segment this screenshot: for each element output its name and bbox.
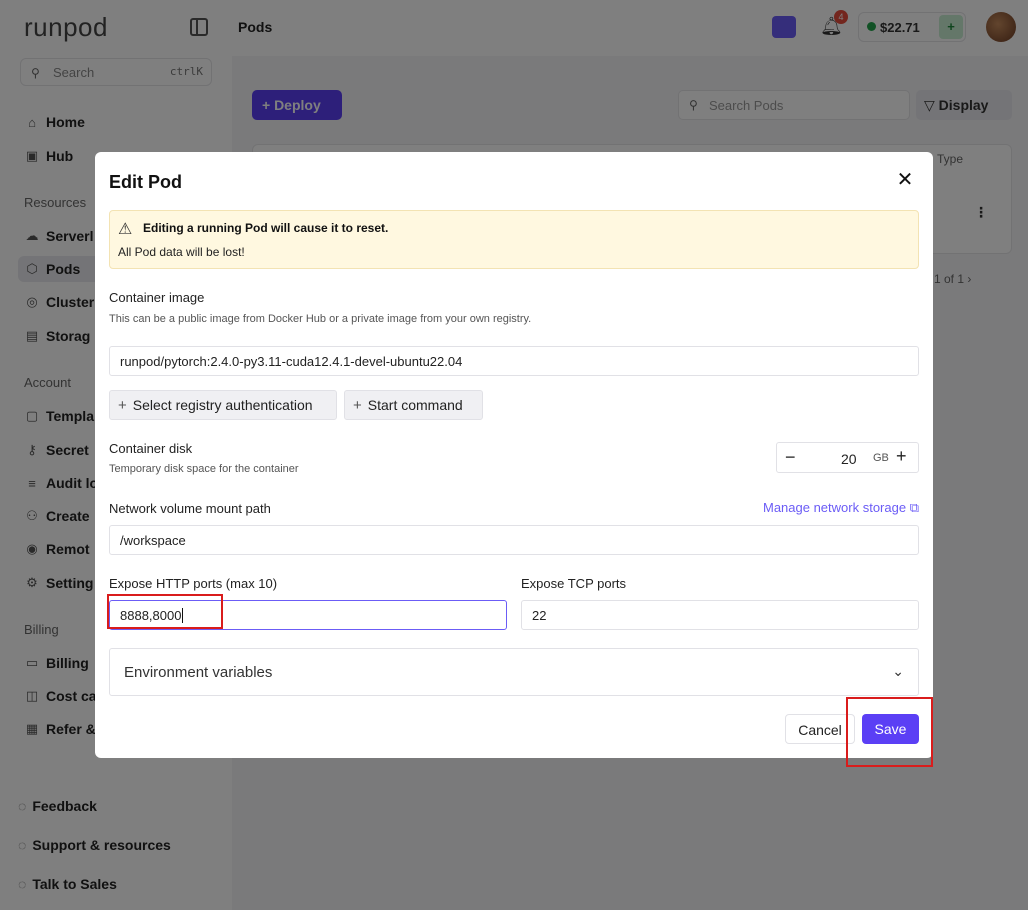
plus-icon: + [118,397,127,414]
warning-alert: ⚠ Editing a running Pod will cause it to… [109,210,919,269]
edit-pod-dialog: Edit Pod ✕ ⚠ Editing a running Pod will … [95,152,933,758]
network-volume-label: Network volume mount path [109,501,271,516]
close-icon[interactable]: ✕ [895,170,915,190]
container-disk-unit: GB [873,452,889,464]
warning-body: All Pod data will be lost! [118,245,245,259]
manage-network-storage-link[interactable]: Manage network storage ⧉ [763,500,919,516]
plus-icon[interactable]: + [896,446,907,467]
highlight-box-http-ports [107,594,223,629]
environment-variables-label: Environment variables [124,664,273,681]
cancel-button[interactable]: Cancel [785,714,855,744]
registry-auth-button[interactable]: + Select registry authentication [109,390,337,420]
container-image-input[interactable]: runpod/pytorch:2.4.0-py3.11-cuda12.4.1-d… [109,346,919,376]
dialog-title: Edit Pod [109,172,182,192]
environment-variables-accordion[interactable]: Environment variables ⌄ [109,648,919,696]
minus-icon[interactable]: − [785,447,796,468]
container-disk-stepper: − 20 GB + [776,442,919,473]
tcp-ports-input[interactable]: 22 [521,600,919,630]
plus-icon: + [353,397,362,414]
warning-icon: ⚠ [118,221,133,238]
start-command-button[interactable]: + Start command [344,390,483,420]
network-volume-input[interactable]: /workspace [109,525,919,555]
highlight-box-save [846,697,933,767]
container-disk-help: Temporary disk space for the container [109,463,299,475]
container-disk-value[interactable]: 20 [841,451,857,467]
container-disk-label: Container disk [109,441,193,456]
warning-title: Editing a running Pod will cause it to r… [143,221,389,235]
chevron-down-icon: ⌄ [892,663,904,679]
external-link-icon: ⧉ [909,500,919,515]
http-ports-label: Expose HTTP ports (max 10) [109,576,278,591]
registry-auth-label: Select registry authentication [132,397,313,413]
manage-network-storage-label: Manage network storage [762,500,907,515]
container-image-help: This can be a public image from Docker H… [109,313,532,325]
tcp-ports-label: Expose TCP ports [521,576,627,591]
start-command-label: Start command [367,397,463,413]
container-image-label: Container image [109,290,205,305]
